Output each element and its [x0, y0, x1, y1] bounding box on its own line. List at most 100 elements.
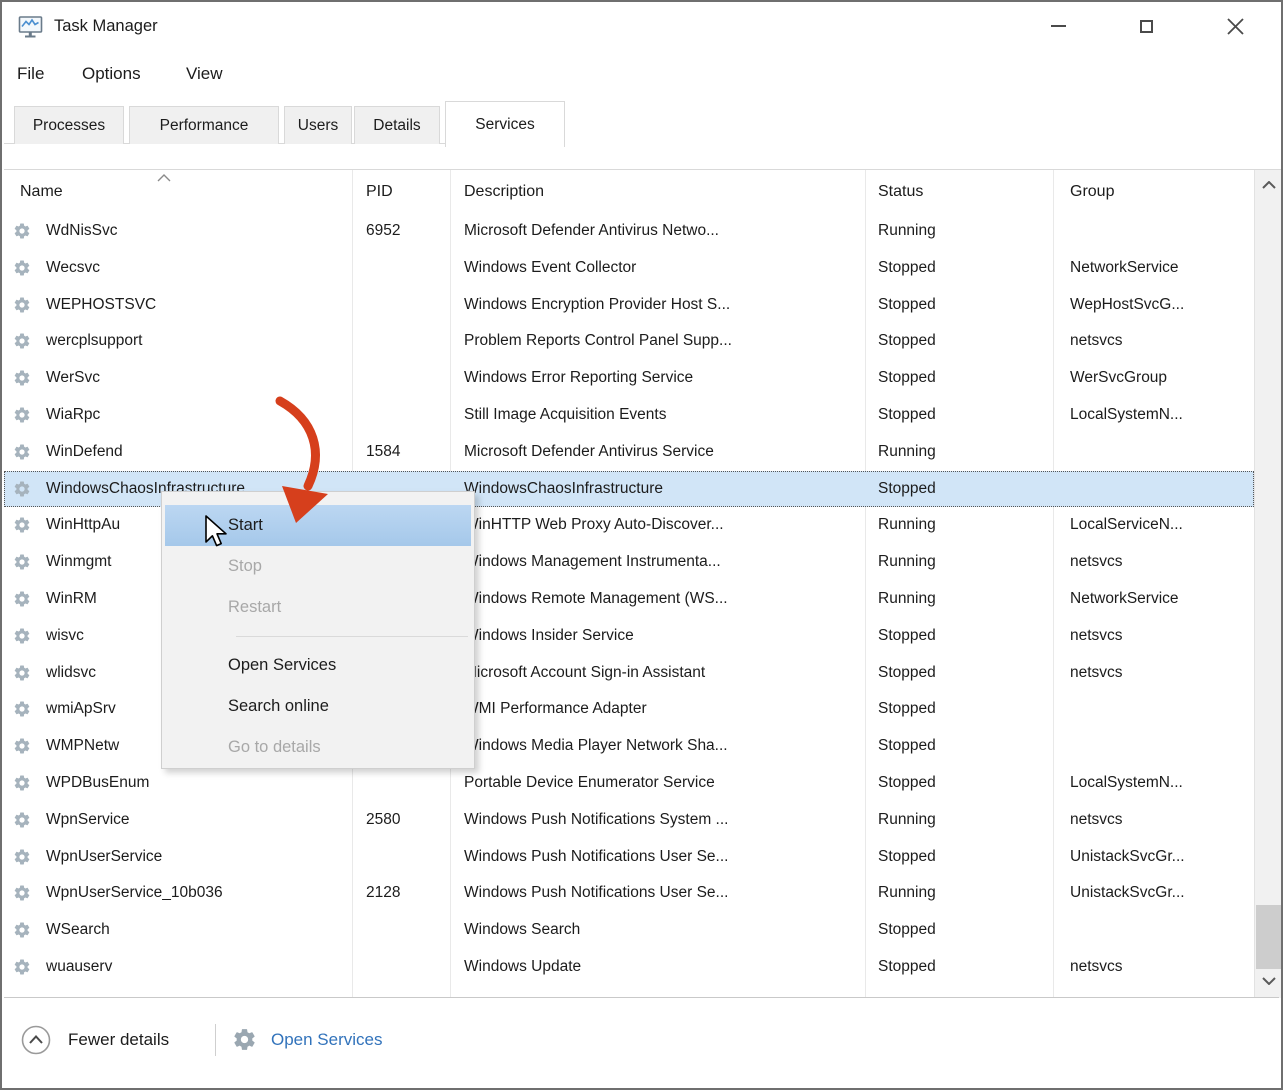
tab[interactable]: Users	[284, 106, 352, 144]
service-name: WpnUserService	[46, 839, 162, 876]
service-row[interactable]: wuauserv Windows Update Stopped netsvcs	[4, 949, 1254, 986]
service-description: Windows Update	[464, 949, 581, 986]
service-name: WpnService	[46, 802, 130, 839]
service-row[interactable]: WerSvc Windows Error Reporting Service S…	[4, 360, 1254, 397]
menu-bar: File Options View	[2, 52, 1281, 96]
column-header[interactable]: PID	[366, 173, 393, 211]
service-status: Stopped	[878, 912, 936, 949]
title-bar: Task Manager	[2, 2, 1281, 52]
service-gear-icon	[13, 811, 31, 829]
context-menu-item: Stop	[165, 546, 471, 587]
service-description: WindowsChaosInfrastructure	[464, 471, 663, 508]
service-gear-icon	[13, 222, 31, 240]
service-name: wmiApSrv	[46, 691, 116, 728]
service-description: Microsoft Account Sign-in Assistant	[464, 655, 705, 692]
gear-icon	[232, 1027, 257, 1052]
context-menu: StartStopRestart Open ServicesSearch onli…	[161, 491, 475, 769]
service-description: WMI Performance Adapter	[464, 691, 647, 728]
service-description: Microsoft Defender Antivirus Service	[464, 434, 714, 471]
service-description: Windows Search	[464, 912, 580, 949]
circle-chevron-up-icon	[21, 1025, 51, 1055]
menu-bar-item[interactable]: View	[186, 52, 223, 96]
column-header[interactable]: Name	[20, 173, 63, 211]
service-group: LocalServiceN...	[1070, 507, 1183, 544]
context-menu-item[interactable]: Start	[165, 505, 471, 546]
context-menu-item[interactable]: Search online	[165, 686, 471, 727]
context-menu-item: Restart	[165, 587, 471, 628]
service-name: WiaRpc	[46, 397, 100, 434]
service-gear-icon	[13, 921, 31, 939]
maximize-button[interactable]	[1123, 4, 1169, 48]
scroll-down-button[interactable]	[1255, 966, 1283, 996]
service-description: Windows Push Notifications User Se...	[464, 839, 728, 876]
service-gear-icon	[13, 259, 31, 277]
service-group: LocalSystemN...	[1070, 397, 1183, 434]
service-name: wuauserv	[46, 949, 112, 986]
service-status: Stopped	[878, 471, 936, 508]
service-group: UnistackSvcGr...	[1070, 875, 1185, 912]
service-status: Stopped	[878, 728, 936, 765]
service-description: WinHTTP Web Proxy Auto-Discover...	[464, 507, 724, 544]
service-gear-icon	[13, 590, 31, 608]
service-row[interactable]: WdNisSvc 6952 Microsoft Defender Antivir…	[4, 213, 1254, 250]
service-status: Stopped	[878, 360, 936, 397]
vertical-scrollbar[interactable]	[1254, 170, 1283, 998]
service-gear-icon	[13, 332, 31, 350]
service-name: WdNisSvc	[46, 213, 117, 250]
service-status: Stopped	[878, 765, 936, 802]
service-pid: 2128	[366, 875, 400, 912]
service-description: Windows Insider Service	[464, 618, 634, 655]
service-row[interactable]: WiaRpc Still Image Acquisition Events St…	[4, 397, 1254, 434]
tab[interactable]: Details	[354, 106, 440, 144]
context-menu-item[interactable]: Open Services	[165, 645, 471, 686]
service-description: Windows Error Reporting Service	[464, 360, 693, 397]
service-status: Running	[878, 581, 936, 618]
minimize-icon	[1051, 25, 1066, 27]
scroll-up-button[interactable]	[1255, 170, 1283, 200]
service-description: Problem Reports Control Panel Supp...	[464, 323, 732, 360]
service-group: netsvcs	[1070, 544, 1123, 581]
service-name: WEPHOSTSVC	[46, 287, 156, 324]
column-header[interactable]: Group	[1070, 173, 1114, 211]
context-menu-item[interactable]	[165, 628, 471, 645]
service-name: WinDefend	[46, 434, 123, 471]
service-name: Winmgmt	[46, 544, 111, 581]
scrollbar-thumb[interactable]	[1256, 905, 1283, 969]
service-row[interactable]: WpnService 2580 Windows Push Notificatio…	[4, 802, 1254, 839]
service-group: netsvcs	[1070, 802, 1123, 839]
service-row[interactable]: WinDefend 1584 Microsoft Defender Antivi…	[4, 434, 1254, 471]
minimize-button[interactable]	[1035, 4, 1081, 48]
tab[interactable]: Services	[445, 101, 565, 147]
service-gear-icon	[13, 958, 31, 976]
service-name: WinHttpAu	[46, 507, 120, 544]
service-gear-icon	[13, 664, 31, 682]
close-button[interactable]	[1212, 4, 1258, 48]
service-name: WerSvc	[46, 360, 100, 397]
tab[interactable]: Processes	[14, 106, 124, 144]
service-gear-icon	[13, 406, 31, 424]
service-row[interactable]: wercplsupport Problem Reports Control Pa…	[4, 323, 1254, 360]
service-row[interactable]: WpnUserService_10b036 2128 Windows Push …	[4, 875, 1254, 912]
service-row[interactable]: WEPHOSTSVC Windows Encryption Provider H…	[4, 287, 1254, 324]
close-icon	[1227, 18, 1244, 35]
tab[interactable]: Performance	[129, 106, 279, 144]
service-group: netsvcs	[1070, 655, 1123, 692]
service-gear-icon	[13, 516, 31, 534]
open-services-link[interactable]: Open Services	[271, 1025, 383, 1055]
service-row[interactable]: WpnUserService Windows Push Notification…	[4, 839, 1254, 876]
service-status: Stopped	[878, 250, 936, 287]
service-row[interactable]: WPDBusEnum Portable Device Enumerator Se…	[4, 765, 1254, 802]
service-group: UnistackSvcGr...	[1070, 839, 1185, 876]
column-header[interactable]: Description	[464, 173, 544, 211]
column-header[interactable]: Status	[878, 173, 923, 211]
service-row[interactable]: WSearch Windows Search Stopped	[4, 912, 1254, 949]
menu-bar-item[interactable]: File	[17, 52, 44, 96]
service-status: Stopped	[878, 691, 936, 728]
window-title: Task Manager	[54, 2, 158, 51]
service-name: WinRM	[46, 581, 97, 618]
service-row[interactable]: Wecsvc Windows Event Collector Stopped N…	[4, 250, 1254, 287]
menu-bar-item[interactable]: Options	[82, 52, 141, 96]
service-group: WerSvcGroup	[1070, 360, 1167, 397]
fewer-details-label: Fewer details	[68, 1025, 169, 1055]
service-description: Microsoft Defender Antivirus Netwo...	[464, 213, 719, 250]
